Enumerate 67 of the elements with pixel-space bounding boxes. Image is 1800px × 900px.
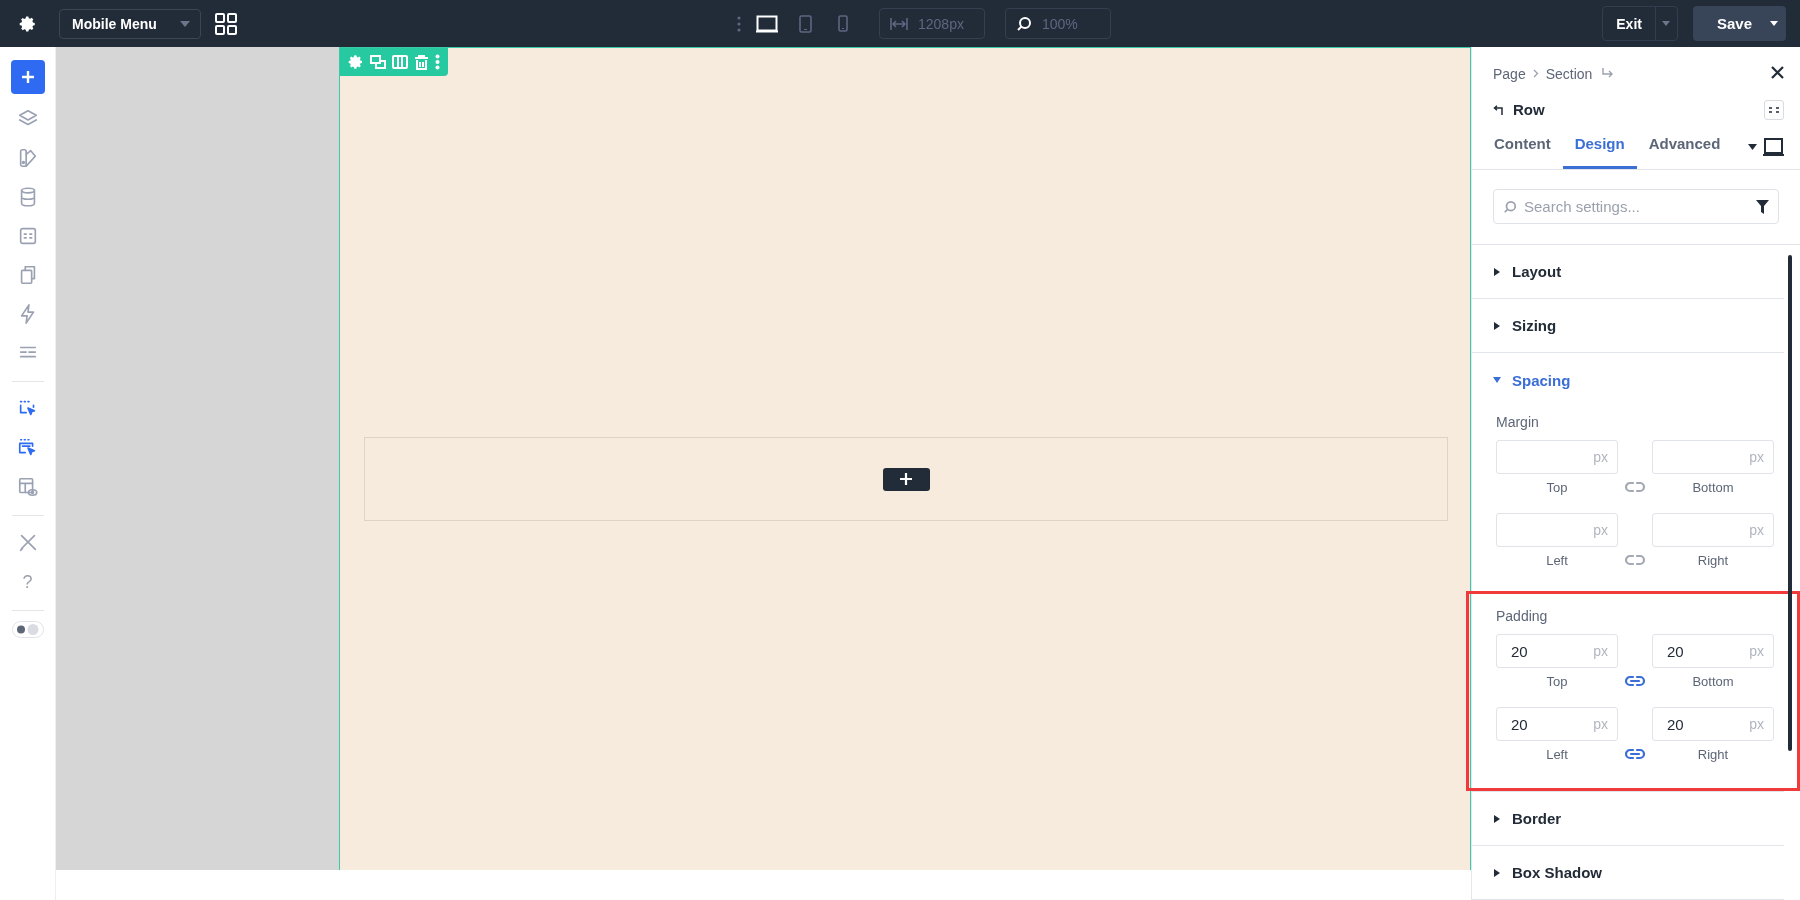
link-icon[interactable]	[1625, 675, 1645, 687]
caret-right-icon	[1493, 321, 1501, 330]
caret-icon[interactable]	[1748, 144, 1757, 150]
add-module-button[interactable]	[882, 467, 930, 491]
number-field[interactable]	[1496, 440, 1618, 474]
field-label: Bottom	[1692, 674, 1734, 689]
search-icon	[1016, 15, 1032, 32]
caret-right-icon	[1493, 814, 1501, 823]
search-icon	[1503, 200, 1517, 214]
caret-down-icon	[1493, 376, 1501, 384]
tab[interactable]: Design	[1562, 135, 1637, 169]
field-label: Right	[1697, 553, 1729, 568]
section-header[interactable]: Layout	[1472, 245, 1784, 299]
section-header[interactable]: Box Shadow	[1472, 846, 1784, 900]
field-label: Bottom	[1692, 480, 1734, 495]
link-icon[interactable]	[1625, 748, 1645, 760]
caret-right-icon	[1493, 267, 1501, 276]
caret-right-icon	[1493, 868, 1501, 877]
grid-icon[interactable]	[215, 12, 237, 35]
unit-label: px	[1749, 449, 1764, 465]
desktop-view-icon[interactable]	[1763, 138, 1784, 156]
group-label: Padding	[1496, 608, 1549, 624]
group-label: Margin	[1496, 414, 1540, 430]
unit-label: px	[1749, 643, 1764, 659]
theme-switch-icon[interactable]	[11, 621, 44, 638]
filter-icon[interactable]	[1756, 200, 1769, 214]
unit-label: px	[1749, 522, 1764, 538]
chevron-icon	[1532, 69, 1539, 79]
options-icon[interactable]	[1764, 99, 1784, 120]
scrollbar[interactable]	[1788, 255, 1792, 751]
number-field[interactable]	[1652, 440, 1774, 474]
section-header[interactable]: Spacing	[1472, 353, 1784, 407]
field-label: Left	[1546, 553, 1568, 568]
number-field[interactable]	[1652, 513, 1774, 547]
unit-label: px	[1593, 449, 1608, 465]
unlink-icon[interactable]	[1625, 481, 1645, 493]
back-arrow-icon[interactable]	[1493, 104, 1503, 115]
section-header[interactable]: Border	[1472, 792, 1784, 846]
settings-icon[interactable]	[19, 14, 37, 33]
more-icon[interactable]	[737, 15, 741, 32]
add-button[interactable]	[10, 60, 45, 94]
field-label: Top	[1546, 674, 1568, 689]
plus-icon	[20, 70, 35, 84]
unit-label: px	[1593, 716, 1608, 732]
tab[interactable]: Advanced	[1636, 135, 1733, 169]
unit-label: px	[1749, 716, 1764, 732]
duplicate-icon[interactable]	[370, 54, 386, 70]
search-field[interactable]: Search settings...	[1493, 189, 1779, 224]
unit-label: px	[1593, 522, 1608, 538]
panel-title: Row	[1513, 101, 1545, 119]
return-arrow-icon[interactable]	[1602, 68, 1614, 80]
columns-icon[interactable]	[392, 54, 408, 70]
breadcrumb-link[interactable]: Page	[1493, 65, 1526, 82]
section-header[interactable]: Sizing	[1472, 299, 1784, 353]
breadcrumb-link[interactable]: Section	[1545, 65, 1593, 82]
number-field[interactable]	[1496, 513, 1618, 547]
field-label: Top	[1546, 480, 1568, 495]
field-label: Left	[1546, 747, 1568, 762]
unlink-icon[interactable]	[1625, 554, 1645, 566]
field-label: Right	[1697, 747, 1729, 762]
plus-icon	[900, 473, 912, 485]
more-icon[interactable]	[435, 54, 440, 70]
tab[interactable]: Content	[1482, 135, 1563, 169]
trash-icon[interactable]	[414, 54, 429, 70]
menu-select[interactable]: Mobile Menu	[59, 8, 201, 39]
unit-label: px	[1593, 643, 1608, 659]
width-arrows-icon	[890, 16, 908, 31]
